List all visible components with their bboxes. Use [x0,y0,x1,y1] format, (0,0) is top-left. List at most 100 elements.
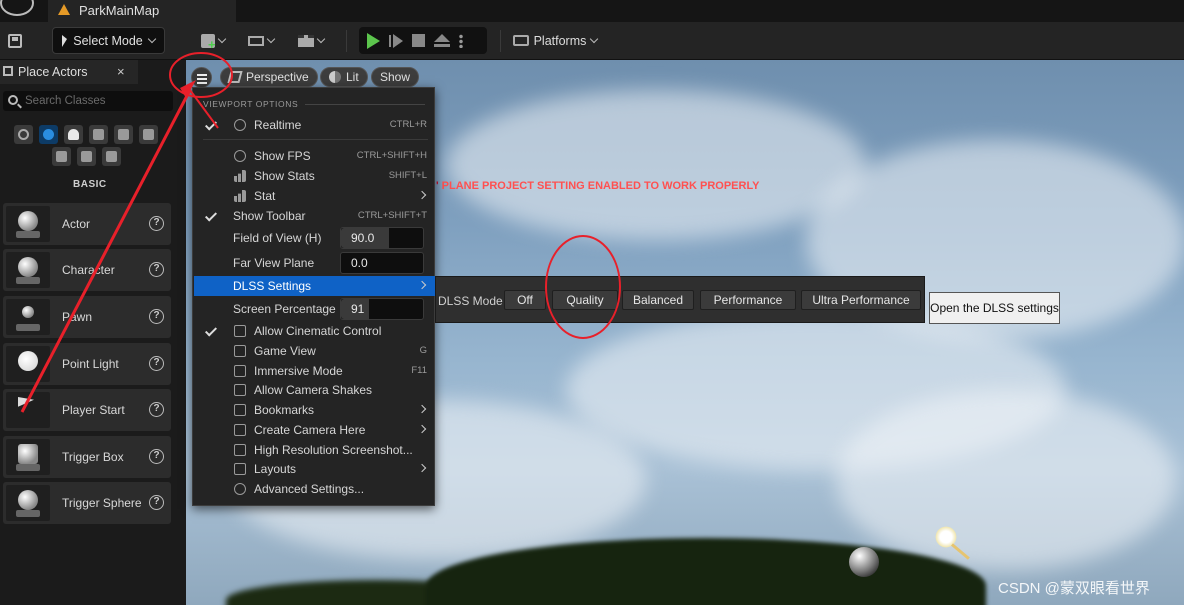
actor-item-point-light[interactable]: Point Light ? [3,343,171,385]
blueprint-icon [248,35,264,46]
dlss-option-ultra-performance[interactable]: Ultra Performance [801,290,921,310]
perspective-button[interactable]: Perspective [220,67,318,87]
lit-button[interactable]: Lit [320,67,368,87]
lights-category-icon[interactable] [64,125,83,144]
menu-item-label: Immersive Mode [254,364,343,378]
checkmark-icon [204,209,218,222]
screen-percentage-input[interactable]: 91 [340,298,424,320]
recent-icon[interactable] [14,125,33,144]
warning-text: PLANE PROJECT SETTING ENABLED TO WORK PR… [441,180,760,192]
show-label: Show [380,70,411,84]
all-classes-category-icon[interactable] [102,147,121,166]
gauge-icon [234,150,246,162]
menu-item-label: Show Toolbar [233,209,306,223]
cinematic-category-icon[interactable] [114,125,133,144]
help-icon[interactable]: ? [149,262,164,277]
menu-item-dlss-settings[interactable]: DLSS Settings [194,276,435,296]
platforms-dropdown[interactable]: Platforms [512,27,599,54]
help-icon[interactable]: ? [149,449,164,464]
chevron-down-icon [590,34,599,44]
title-bar: ParkMainMap [0,0,1184,22]
menu-item-label: Show Stats [254,169,315,183]
level-tab[interactable]: ParkMainMap [48,0,236,22]
help-icon[interactable]: ? [149,402,164,417]
actor-item-label: Player Start [62,403,125,417]
actor-item-trigger-box[interactable]: Trigger Box ? [3,436,171,478]
menu-item-layouts[interactable]: Layouts [194,459,435,479]
camera-icon [234,424,246,436]
actor-item-player-start[interactable]: Player Start ? [3,389,171,431]
help-icon[interactable]: ? [149,356,164,371]
actor-item-character[interactable]: Character ? [3,249,171,291]
dlss-option-off[interactable]: Off [504,290,546,310]
add-actor-button[interactable] [196,27,230,54]
visual-effects-category-icon[interactable] [139,125,158,144]
basic-category-icon[interactable] [39,125,58,144]
actor-item-actor[interactable]: Actor ? [3,203,171,245]
geometry-category-icon[interactable] [52,147,71,166]
chevron-down-icon [217,34,227,44]
toolbar-divider [346,30,347,52]
help-icon[interactable]: ? [149,309,164,324]
menu-item-show-stats[interactable]: Show Stats SHIFT+L [194,166,435,186]
menu-item-create-camera[interactable]: Create Camera Here [194,420,435,440]
menu-divider [203,139,428,140]
chevron-right-icon [417,190,427,200]
eject-icon[interactable] [434,33,450,48]
more-options-icon[interactable] [459,33,463,48]
close-icon[interactable]: × [117,64,125,79]
menu-item-show-fps[interactable]: Show FPS CTRL+SHIFT+H [194,146,435,166]
warning-message: ' PLANE PROJECT SETTING ENABLED TO WORK … [436,180,760,192]
chevron-down-icon [316,34,326,44]
add-cube-icon [201,33,216,52]
far-view-plane-input[interactable]: 0.0 [340,252,424,274]
advance-frame-icon[interactable] [389,33,403,48]
menu-item-label: Bookmarks [254,403,315,417]
fov-input[interactable]: 90.0 [340,227,424,249]
checkmark-icon [204,118,218,131]
menu-item-bookmarks[interactable]: Bookmarks [194,400,435,420]
help-icon[interactable]: ? [149,495,164,510]
menu-item-stat[interactable]: Stat [194,186,435,206]
sky-sphere-icon[interactable] [849,547,879,577]
menu-item-hires-screenshot[interactable]: High Resolution Screenshot... [194,440,435,460]
menu-item-label: Allow Cinematic Control [254,324,382,338]
directional-light-icon[interactable] [934,525,958,549]
dlss-option-balanced[interactable]: Balanced [622,290,694,310]
menu-item-game-view[interactable]: Game View G [194,341,435,361]
menu-item-show-toolbar[interactable]: Show Toolbar CTRL+SHIFT+T [194,206,435,226]
cinematics-button[interactable] [294,27,328,54]
play-icon[interactable] [367,32,380,49]
actor-item-trigger-sphere[interactable]: Trigger Sphere ? [3,482,171,524]
search-classes-input[interactable] [25,93,165,109]
category-title: BASIC [73,179,107,190]
dlss-option-performance[interactable]: Performance [700,290,796,310]
screenshot-icon [234,444,246,456]
viewport-options-menu: VIEWPORT OPTIONS Realtime CTRL+R Show FP… [192,87,435,506]
menu-item-immersive-mode[interactable]: Immersive Mode F11 [194,361,435,381]
menu-item-field-of-view: Field of View (H) 90.0 [194,227,435,249]
actor-item-pawn[interactable]: Pawn ? [3,296,171,338]
fullscreen-icon [234,365,246,377]
volumes-category-icon[interactable] [77,147,96,166]
main-toolbar: Select Mode Platforms [0,22,1184,60]
blueprint-button[interactable] [244,27,278,54]
stop-icon[interactable] [412,34,425,47]
save-button[interactable] [6,27,24,54]
menu-item-camera-shakes[interactable]: Allow Camera Shakes [194,380,435,400]
unreal-logo-icon[interactable] [0,0,34,16]
toolbar-divider [500,30,501,52]
place-actors-tab[interactable]: Place Actors × [0,60,138,84]
menu-item-realtime[interactable]: Realtime CTRL+R [194,115,435,135]
screen-percentage-value: 91 [351,302,365,316]
show-button[interactable]: Show [371,67,420,87]
select-mode-dropdown[interactable]: Select Mode [52,27,165,54]
shapes-category-icon[interactable] [89,125,108,144]
help-icon[interactable]: ? [149,216,164,231]
menu-item-cinematic-control[interactable]: Allow Cinematic Control [194,321,435,341]
dlss-option-quality[interactable]: Quality [552,290,618,310]
actor-item-label: Character [62,263,115,277]
viewport-menu-button[interactable] [191,67,212,88]
select-mode-label: Select Mode [73,33,143,48]
menu-item-advanced-settings[interactable]: Advanced Settings... [194,479,435,499]
